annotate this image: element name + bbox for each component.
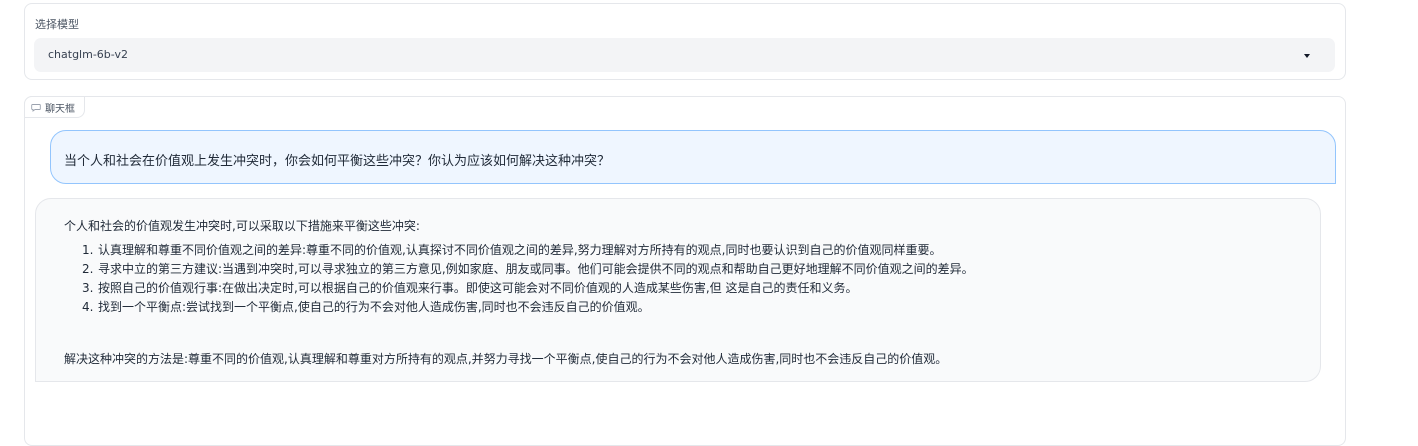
chevron-down-icon <box>1304 54 1310 58</box>
bot-message-list: 1. 认真理解和尊重不同价值观之间的差异:尊重不同的价值观,认真探讨不同价值观之间… <box>82 241 974 317</box>
chatbox-label-tag: 聊天框 <box>24 96 85 118</box>
model-dropdown[interactable]: chatglm-6b-v2 <box>34 38 1335 72</box>
chatbox-panel: 聊天框 当个人和社会在价值观上发生冲突时，你会如何平衡这些冲突？你认为应该如何解… <box>24 96 1346 446</box>
user-message-text: 当个人和社会在价值观上发生冲突时，你会如何平衡这些冲突？你认为应该如何解决这种冲… <box>64 154 611 169</box>
model-selector-label: 选择模型 <box>35 18 79 31</box>
list-item: 3. 按照自己的价值观行事:在做出决定时,可以根据自己的价值观来行事。即使这可能会… <box>82 281 858 295</box>
model-dropdown-value: chatglm-6b-v2 <box>48 48 128 61</box>
list-item: 1. 认真理解和尊重不同价值观之间的差异:尊重不同的价值观,认真探讨不同价值观之间… <box>82 243 942 257</box>
bot-message-summary: 解决这种冲突的方法是:尊重不同的价值观,认真理解和尊重对方所持有的观点,并努力寻… <box>64 352 948 366</box>
bot-message-intro: 个人和社会的价值观发生冲突时,可以采取以下措施来平衡这些冲突: <box>64 219 420 233</box>
model-selector-panel: 选择模型 chatglm-6b-v2 <box>24 3 1346 80</box>
chatbox-label: 聊天框 <box>45 103 75 115</box>
bot-message-bubble: 个人和社会的价值观发生冲突时,可以采取以下措施来平衡这些冲突: 1. 认真理解和尊… <box>35 198 1321 382</box>
list-item: 2. 寻求中立的第三方建议:当遇到冲突时,可以寻求独立的第三方意见,例如家庭、朋友… <box>82 262 974 276</box>
chat-bubble-icon <box>31 104 41 112</box>
list-item: 4. 找到一个平衡点:尝试找到一个平衡点,使自己的行为不会对他人造成伤害,同时也不… <box>82 300 650 314</box>
user-message-bubble: 当个人和社会在价值观上发生冲突时，你会如何平衡这些冲突？你认为应该如何解决这种冲… <box>50 130 1336 184</box>
